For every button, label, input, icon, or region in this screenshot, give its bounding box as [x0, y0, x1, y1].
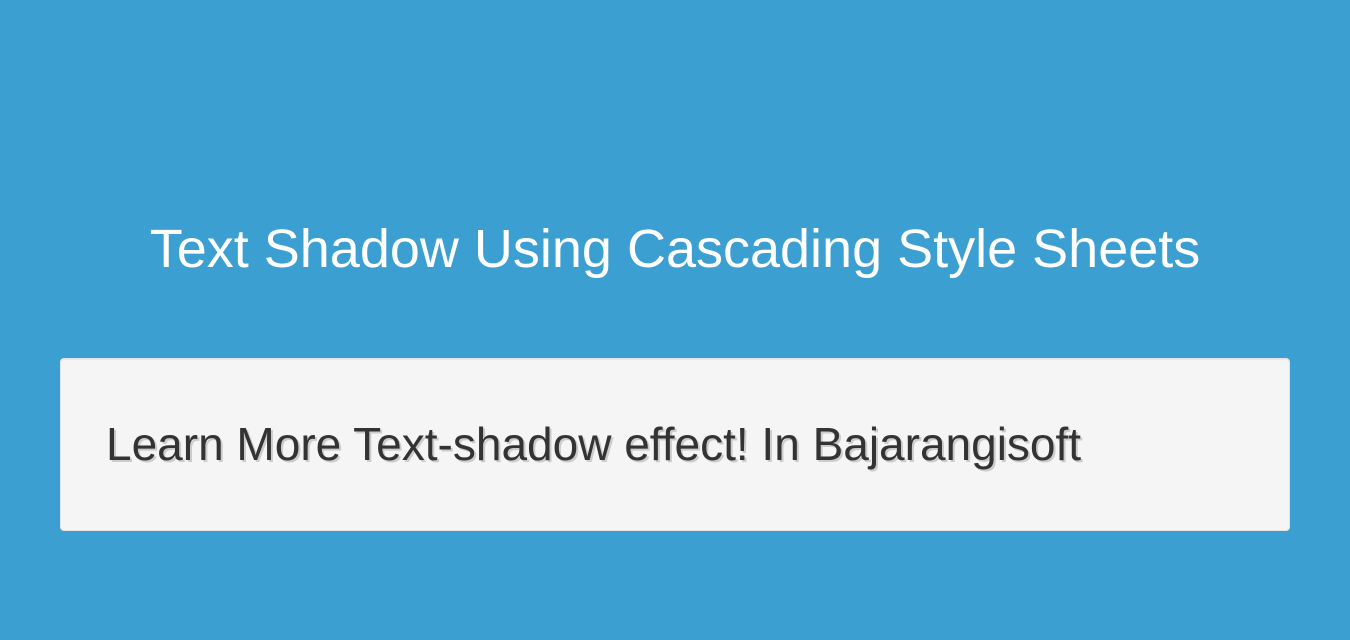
main-container: Text Shadow Using Cascading Style Sheets… [0, 0, 1350, 531]
page-title: Text Shadow Using Cascading Style Sheets [0, 218, 1350, 280]
shadow-text-example: Learn More Text-shadow effect! In Bajara… [106, 419, 1244, 470]
content-card: Learn More Text-shadow effect! In Bajara… [60, 358, 1290, 531]
